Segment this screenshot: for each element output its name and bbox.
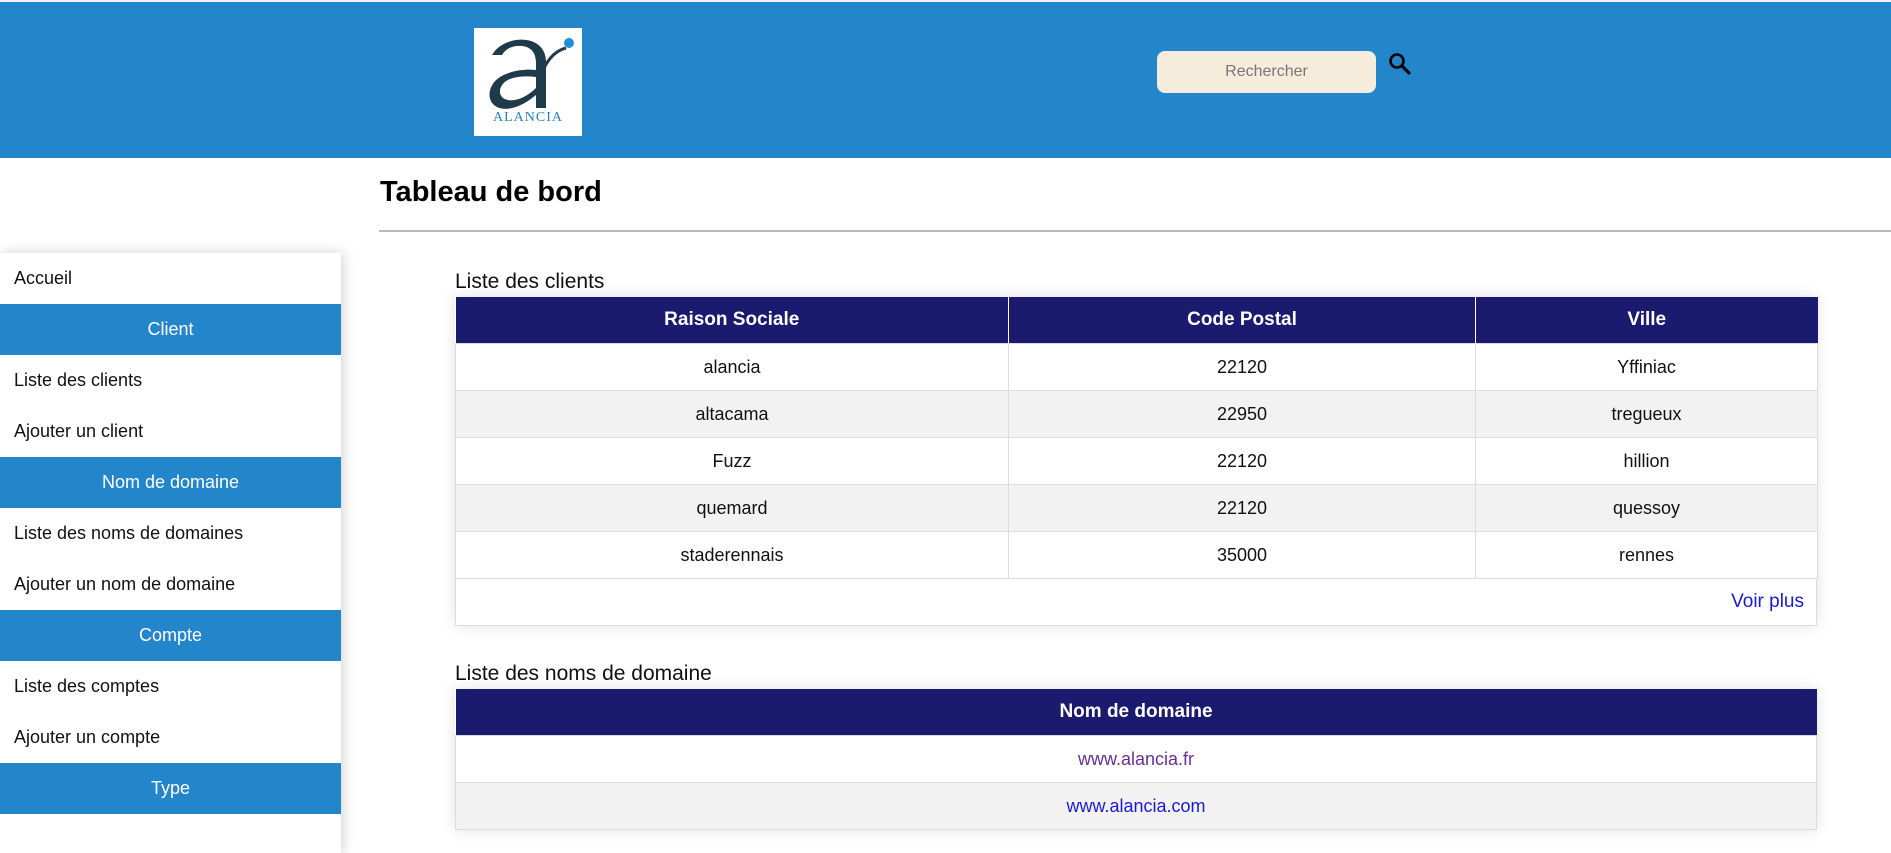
table-header-row: Nom de domaine	[455, 689, 1817, 736]
clients-table: Raison Sociale Code Postal Ville alancia…	[455, 297, 1818, 579]
table-row[interactable]: altacama 22950 tregueux	[455, 390, 1818, 438]
cell-code-postal: 22120	[1008, 437, 1476, 485]
clients-footer: Voir plus	[455, 579, 1817, 626]
alancia-logo[interactable]: ALANCIA	[474, 28, 582, 136]
cell-domain: www.alancia.com	[455, 782, 1817, 830]
table-row[interactable]: Fuzz 22120 hillion	[455, 437, 1818, 485]
cell-ville: tregueux	[1475, 390, 1818, 438]
column-header-ville[interactable]: Ville	[1475, 297, 1818, 344]
table-row[interactable]: quemard 22120 quessoy	[455, 484, 1818, 532]
cell-ville: Yffiniac	[1475, 343, 1818, 391]
sidebar-section-type: Type	[0, 763, 341, 814]
cell-domain: www.alancia.fr	[455, 735, 1817, 783]
sidebar-item-liste-clients[interactable]: Liste des clients	[0, 355, 341, 406]
sidebar-item-accueil[interactable]: Accueil	[0, 253, 341, 304]
top-header: ALANCIA	[0, 0, 1891, 158]
search-button[interactable]	[1388, 52, 1414, 78]
table-row[interactable]: alancia 22120 Yffiniac	[455, 343, 1818, 391]
sidebar-section-nom-de-domaine: Nom de domaine	[0, 457, 341, 508]
domains-table: Nom de domaine www.alancia.fr www.alanci…	[455, 689, 1817, 830]
search-input[interactable]	[1157, 51, 1376, 93]
logo-text: ALANCIA	[493, 110, 563, 125]
cell-ville: quessoy	[1475, 484, 1818, 532]
cell-raison-sociale: alancia	[455, 343, 1009, 391]
sidebar-item-liste-domaines[interactable]: Liste des noms de domaines	[0, 508, 341, 559]
table-row[interactable]: www.alancia.fr	[455, 735, 1817, 783]
cell-raison-sociale: altacama	[455, 390, 1009, 438]
cell-raison-sociale: staderennais	[455, 531, 1009, 579]
sidebar-item-liste-comptes[interactable]: Liste des comptes	[0, 661, 341, 712]
sidebar-section-compte: Compte	[0, 610, 341, 661]
domains-card: Nom de domaine www.alancia.fr www.alanci…	[455, 689, 1817, 830]
clients-card: Raison Sociale Code Postal Ville alancia…	[455, 297, 1818, 626]
table-row[interactable]: www.alancia.com	[455, 782, 1817, 830]
column-header-raison-sociale[interactable]: Raison Sociale	[455, 297, 1009, 344]
cell-ville: hillion	[1475, 437, 1818, 485]
cell-code-postal: 22950	[1008, 390, 1476, 438]
title-divider	[379, 230, 1891, 232]
domain-link[interactable]: www.alancia.fr	[1078, 749, 1194, 769]
sidebar-item-ajouter-domaine[interactable]: Ajouter un nom de domaine	[0, 559, 341, 610]
search-icon	[1389, 53, 1411, 75]
domains-section-title: Liste des noms de domaine	[455, 662, 712, 685]
cell-code-postal: 22120	[1008, 484, 1476, 532]
cell-code-postal: 22120	[1008, 343, 1476, 391]
clients-section-title: Liste des clients	[455, 270, 605, 293]
page-title: Tableau de bord	[380, 176, 602, 208]
column-header-nom-de-domaine[interactable]: Nom de domaine	[455, 689, 1817, 736]
cell-code-postal: 35000	[1008, 531, 1476, 579]
sidebar-item-ajouter-client[interactable]: Ajouter un client	[0, 406, 341, 457]
sidebar: Accueil Client Liste des clients Ajouter…	[0, 253, 341, 853]
cell-ville: rennes	[1475, 531, 1818, 579]
table-header-row: Raison Sociale Code Postal Ville	[455, 297, 1818, 344]
column-header-code-postal[interactable]: Code Postal	[1008, 297, 1476, 344]
sidebar-section-client: Client	[0, 304, 341, 355]
sidebar-item-ajouter-compte[interactable]: Ajouter un compte	[0, 712, 341, 763]
voir-plus-link[interactable]: Voir plus	[1731, 591, 1804, 612]
cell-raison-sociale: Fuzz	[455, 437, 1009, 485]
domain-link[interactable]: www.alancia.com	[1066, 796, 1205, 816]
table-row[interactable]: staderennais 35000 rennes	[455, 531, 1818, 579]
cell-raison-sociale: quemard	[455, 484, 1009, 532]
